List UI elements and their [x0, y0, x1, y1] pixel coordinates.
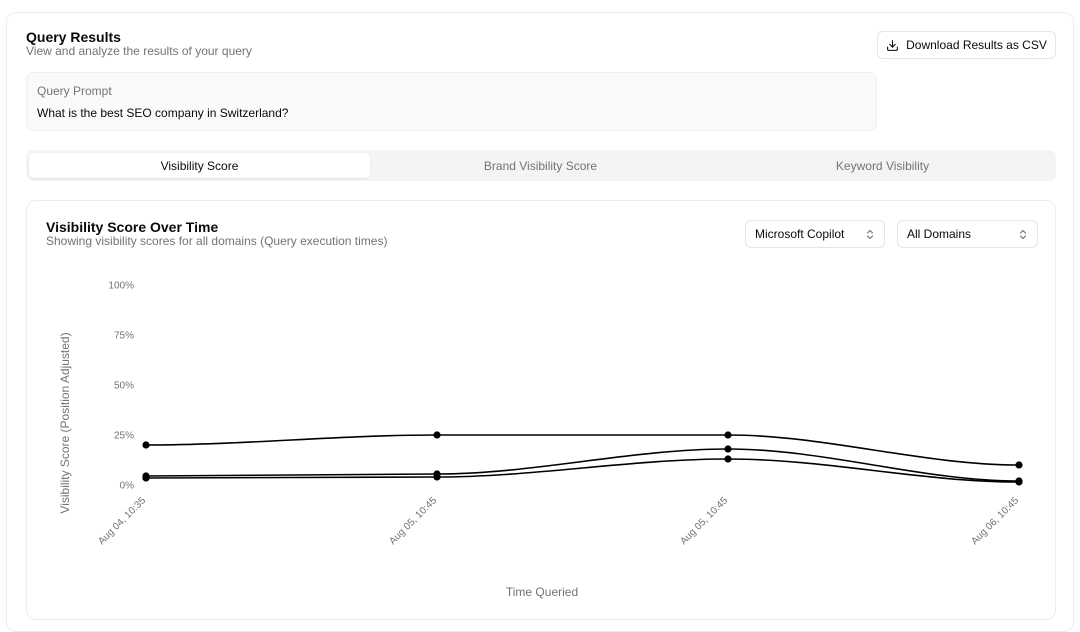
x-tick-label: Aug 06, 10:45 [969, 495, 1021, 547]
x-tick-label: Aug 05, 10:45 [387, 495, 439, 547]
y-axis-title: Visibility Score (Position Adjusted) [58, 332, 72, 513]
data-point [1015, 478, 1023, 486]
data-point [724, 445, 732, 453]
domain-select[interactable]: All Domains [897, 220, 1038, 248]
data-point [724, 431, 732, 439]
chevron-up-down-icon [866, 229, 874, 240]
download-icon [887, 39, 899, 51]
y-tick-label: 50% [114, 381, 134, 392]
query-prompt-label: Query Prompt [37, 84, 112, 98]
x-axis-title: Time Queried [506, 585, 578, 599]
x-tick-label: Aug 04, 10:35 [96, 495, 148, 547]
download-csv-button[interactable]: Download Results as CSV [877, 31, 1056, 59]
query-prompt-box: Query Prompt What is the best SEO compan… [26, 72, 877, 131]
data-point [142, 474, 150, 482]
y-tick-label: 25% [114, 431, 134, 442]
tab-keyword-visibility[interactable]: Keyword Visibility [712, 153, 1053, 178]
results-tabs: Visibility Score Brand Visibility Score … [26, 150, 1056, 181]
download-csv-label: Download Results as CSV [906, 38, 1047, 52]
query-prompt-text: What is the best SEO company in Switzerl… [37, 106, 289, 120]
chart-title: Visibility Score Over Time [46, 219, 219, 235]
x-tick-label: Aug 05, 10:45 [678, 495, 730, 547]
data-point [433, 473, 441, 481]
page-subtitle: View and analyze the results of your que… [26, 44, 252, 58]
model-select-value: Microsoft Copilot [755, 227, 845, 241]
chart-subtitle: Showing visibility scores for all domain… [46, 234, 388, 248]
series-line [145, 448, 1020, 482]
data-point [1015, 461, 1023, 469]
y-tick-label: 75% [114, 331, 134, 342]
visibility-chart-card: 0% 25% 50% 75% 100% Aug 04, 10:35 Aug 05, 10:4… [26, 200, 1056, 620]
y-tick-label: 100% [108, 281, 134, 292]
data-point [724, 455, 732, 463]
model-select[interactable]: Microsoft Copilot [745, 220, 885, 248]
series-line [145, 434, 1020, 466]
chevron-up-down-icon [1019, 229, 1027, 240]
y-tick-label: 0% [120, 481, 135, 492]
page-title: Query Results [26, 29, 121, 45]
tab-visibility-score[interactable]: Visibility Score [29, 153, 370, 178]
series-line [145, 458, 1020, 483]
domain-select-value: All Domains [907, 227, 972, 241]
tab-brand-visibility-score[interactable]: Brand Visibility Score [370, 153, 711, 178]
data-point [142, 441, 150, 449]
data-point [433, 431, 441, 439]
visibility-line-chart: 0% 25% 50% 75% 100% Aug 04, 10:35 Aug 05, 10:4… [58, 281, 1023, 599]
